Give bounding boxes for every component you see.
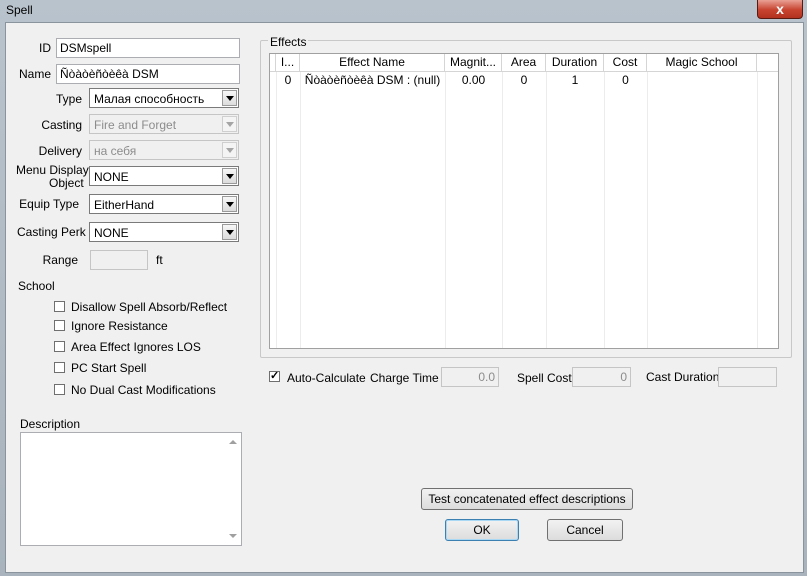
column-divider — [604, 72, 605, 348]
range-field — [90, 250, 148, 270]
column-header-magic-school[interactable]: Magic School — [647, 54, 757, 71]
close-icon: x — [776, 1, 784, 17]
cast-duration-field — [718, 367, 777, 387]
no-dual-cast-modifications-checkbox[interactable] — [54, 384, 65, 395]
column-header-cost[interactable]: Cost — [604, 54, 647, 71]
disallow-spell-absorb-checkbox[interactable] — [54, 301, 65, 312]
pc-start-spell-checkbox[interactable] — [54, 362, 65, 373]
title-bar[interactable]: Spell x — [0, 0, 807, 22]
range-unit: ft — [156, 253, 163, 267]
column-header-duration[interactable]: Duration — [546, 54, 604, 71]
menu-display-label-line2: Object — [49, 176, 84, 190]
range-label: Range — [42, 253, 78, 267]
casting-perk-select[interactable]: NONE — [89, 222, 239, 242]
column-header-index[interactable]: I... — [276, 54, 300, 71]
column-divider — [276, 72, 277, 348]
no-dual-cast-modifications-label: No Dual Cast Modifications — [71, 383, 216, 397]
casting-perk-value: NONE — [94, 226, 129, 240]
spell-cost-field: 0 — [572, 367, 631, 387]
name-field[interactable]: Ñòàòèñòèêà DSM — [56, 64, 240, 84]
chevron-down-icon[interactable] — [222, 224, 237, 240]
casting-label: Casting — [41, 118, 82, 132]
casting-select: Fire and Forget — [89, 114, 239, 134]
type-value: Малая способность — [94, 92, 205, 106]
name-label: Name — [18, 67, 51, 81]
column-header-effect-name[interactable]: Effect Name — [300, 54, 445, 71]
equip-type-label: Equip Type — [19, 197, 79, 211]
charge-time-label: Charge Time — [370, 371, 439, 385]
ignore-resistance-label: Ignore Resistance — [71, 319, 168, 333]
charge-time-field: 0.0 — [441, 367, 499, 387]
equip-type-value: EitherHand — [94, 198, 155, 212]
auto-calculate-label: Auto-Calculate — [287, 371, 366, 385]
description-textarea[interactable] — [20, 432, 242, 546]
id-label: ID — [39, 41, 51, 55]
column-divider — [502, 72, 503, 348]
column-divider — [300, 72, 301, 348]
close-button[interactable]: x — [757, 0, 803, 19]
equip-type-select[interactable]: EitherHand — [89, 194, 239, 214]
column-header-magnitude[interactable]: Magnit... — [445, 54, 502, 71]
area-effect-ignores-los-checkbox[interactable] — [54, 341, 65, 352]
disallow-spell-absorb-label: Disallow Spell Absorb/Reflect — [71, 300, 228, 314]
delivery-label: Delivery — [38, 144, 82, 158]
type-select[interactable]: Малая способность — [89, 88, 239, 108]
scroll-up-icon[interactable] — [229, 440, 237, 444]
menu-display-object-value: NONE — [94, 170, 129, 184]
chevron-down-icon — [222, 116, 237, 132]
column-divider — [647, 72, 648, 348]
auto-calculate-checkbox[interactable]: ✓ — [269, 371, 280, 382]
effect-index-cell: 0 — [284, 73, 292, 87]
column-header-area[interactable]: Area — [502, 54, 546, 71]
casting-value: Fire and Forget — [94, 118, 177, 132]
spell-dialog: Spell x ID DSMspell Name Ñòàòèñòèêà DSM … — [0, 0, 807, 576]
effect-name-cell: Ñòàòèñòèêà DSM : (null) — [304, 73, 441, 87]
menu-display-object-select[interactable]: NONE — [89, 166, 239, 186]
scroll-down-icon[interactable] — [229, 534, 237, 538]
column-divider — [445, 72, 446, 348]
chevron-down-icon[interactable] — [222, 90, 237, 106]
ignore-resistance-checkbox[interactable] — [54, 320, 65, 331]
description-label: Description — [20, 417, 81, 431]
ok-button[interactable]: OK — [445, 519, 519, 541]
casting-perk-label: Casting Perk — [17, 225, 86, 239]
menu-display-label-line1: Menu Display — [16, 163, 89, 177]
school-label: School — [18, 279, 55, 293]
area-effect-ignores-los-label: Area Effect Ignores LOS — [71, 340, 201, 354]
column-divider — [757, 72, 758, 348]
effect-cost-cell: 0 — [622, 73, 629, 87]
column-divider — [546, 72, 547, 348]
effect-area-cell: 0 — [520, 73, 528, 87]
effect-duration-cell: 1 — [571, 73, 579, 87]
effect-magnitude-cell: 0.00 — [461, 73, 486, 87]
description-scrollbar[interactable] — [225, 433, 241, 545]
chevron-down-icon — [222, 142, 237, 158]
type-label: Type — [55, 92, 82, 106]
test-effect-descriptions-button[interactable]: Test concatenated effect descriptions — [421, 488, 633, 510]
effects-group-title: Effects — [268, 35, 309, 49]
chevron-down-icon[interactable] — [222, 196, 237, 212]
window-title: Spell — [6, 3, 33, 17]
cast-duration-label: Cast Duration — [646, 370, 720, 384]
effects-list-header: I... Effect Name Magnit... Area Duration… — [270, 54, 778, 72]
id-field[interactable]: DSMspell — [56, 38, 240, 58]
delivery-select: на себя — [89, 140, 239, 160]
spell-cost-label: Spell Cost — [517, 371, 572, 385]
pc-start-spell-label: PC Start Spell — [71, 361, 147, 375]
chevron-down-icon[interactable] — [222, 168, 237, 184]
delivery-value: на себя — [94, 144, 137, 158]
effects-list[interactable]: I... Effect Name Magnit... Area Duration… — [269, 53, 779, 349]
cancel-button[interactable]: Cancel — [547, 519, 623, 541]
